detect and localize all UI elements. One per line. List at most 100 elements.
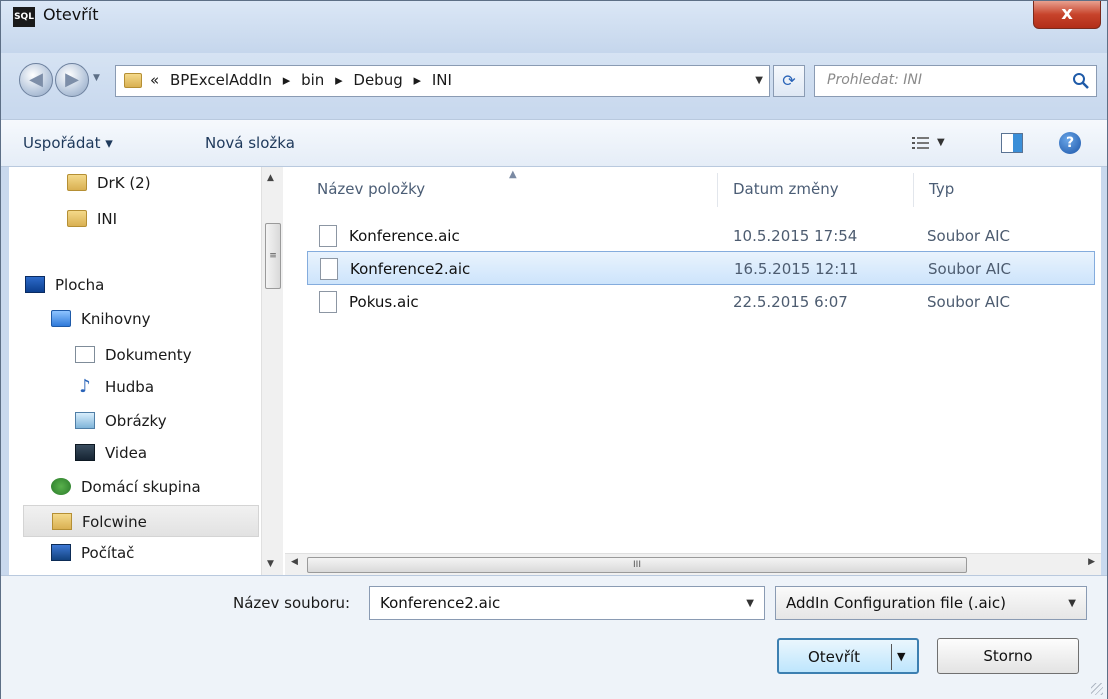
address-dropdown-icon[interactable]: ▼: [755, 75, 763, 86]
file-type: Soubor AIC: [927, 227, 1010, 245]
tree-item-dokumenty[interactable]: Dokumenty: [75, 339, 257, 371]
breadcrumb-bpexceladdin[interactable]: BPExcelAddIn: [170, 71, 272, 89]
desktop-icon: [25, 276, 45, 293]
recent-locations-dropdown[interactable]: ▼: [93, 73, 105, 87]
folder-icon: [67, 174, 87, 191]
file-name: Konference2.aic: [350, 260, 471, 278]
tree-item-label: Počítač: [81, 544, 135, 562]
filename-input[interactable]: Konference2.aic ▼: [369, 586, 765, 620]
tree-item-knihovny[interactable]: Knihovny: [51, 303, 257, 335]
file-row-konference2[interactable]: Konference2.aic 16.5.2015 12:11 Soubor A…: [307, 251, 1095, 285]
tree-item-label: Folcwine: [82, 513, 147, 531]
music-icon: ♪: [79, 376, 91, 397]
breadcrumb-separator[interactable]: ▸: [414, 71, 422, 89]
navigation-pane: DrK (2) INI Plocha Knihovny Dokumenty ♪ …: [9, 167, 285, 575]
cancel-button[interactable]: Storno: [937, 638, 1079, 674]
tree-item-domaci-skupina[interactable]: Domácí skupina: [51, 471, 257, 503]
open-button[interactable]: Otevřít ▼: [777, 638, 919, 674]
help-icon[interactable]: ?: [1059, 132, 1081, 154]
organize-menu-button[interactable]: Uspořádat ▾: [23, 134, 113, 152]
tree-item-folcwine[interactable]: Folcwine: [23, 505, 259, 537]
resize-grip[interactable]: [1091, 683, 1103, 695]
title-bar: SQL Otevřít x: [1, 1, 1107, 53]
homegroup-icon: [51, 478, 71, 495]
scroll-right-icon[interactable]: ▶: [1088, 557, 1095, 567]
search-icon[interactable]: [1072, 72, 1090, 90]
address-bar[interactable]: « BPExcelAddIn ▸ bin ▸ Debug ▸ INI ▼: [115, 65, 770, 97]
scrollbar-thumb[interactable]: ≡: [265, 223, 281, 289]
tree-item-label: Dokumenty: [105, 346, 192, 364]
chevron-down-icon[interactable]: ▼: [1068, 598, 1076, 609]
file-date: 16.5.2015 12:11: [734, 260, 859, 278]
close-button[interactable]: x: [1033, 1, 1101, 29]
folder-icon: [124, 73, 142, 88]
folder-icon: [67, 210, 87, 227]
column-header-type[interactable]: Typ: [917, 167, 1097, 211]
breadcrumb-prefix[interactable]: «: [150, 71, 159, 89]
video-icon: [75, 444, 95, 461]
window-title: Otevřít: [43, 5, 99, 24]
navigation-vertical-scrollbar[interactable]: ▲ ≡ ▼: [261, 167, 283, 575]
breadcrumb-separator[interactable]: ▸: [335, 71, 343, 89]
view-dropdown-icon[interactable]: ▼: [937, 137, 945, 148]
user-folder-icon: [52, 513, 72, 530]
documents-icon: [75, 346, 95, 363]
open-button-label: Otevřít: [807, 648, 860, 666]
tree-item-label: Knihovny: [81, 310, 151, 328]
chevron-down-icon[interactable]: ▼: [746, 598, 754, 609]
view-options-icon[interactable]: [911, 135, 931, 151]
file-row-pokus[interactable]: Pokus.aic 22.5.2015 6:07 Soubor AIC: [307, 285, 1095, 319]
file-name: Konference.aic: [349, 227, 460, 245]
file-date: 10.5.2015 17:54: [733, 227, 858, 245]
column-divider[interactable]: [913, 173, 914, 207]
dialog-footer: Název souboru: Konference2.aic ▼ AddIn C…: [1, 575, 1107, 699]
tree-item-videa[interactable]: Videa: [75, 437, 257, 469]
file-type: Soubor AIC: [928, 260, 1011, 278]
tree-item-hudba[interactable]: ♪ Hudba: [75, 371, 257, 403]
back-button[interactable]: ◀: [19, 63, 53, 97]
tree-item-label: INI: [97, 210, 118, 228]
tree-item-plocha[interactable]: Plocha: [25, 269, 257, 301]
file-date: 22.5.2015 6:07: [733, 293, 848, 311]
arrow-left-icon: ◀: [29, 69, 43, 90]
breadcrumb-bin[interactable]: bin: [301, 71, 324, 89]
file-icon: [319, 225, 337, 247]
computer-icon: [51, 544, 71, 561]
file-icon: [319, 291, 337, 313]
tree-item-ini[interactable]: INI: [67, 203, 257, 235]
tree-item-obrazky[interactable]: Obrázky: [75, 405, 257, 437]
new-folder-button[interactable]: Nová složka: [205, 134, 295, 152]
filetype-select[interactable]: AddIn Configuration file (.aic) ▼: [775, 586, 1087, 620]
breadcrumb-separator[interactable]: ▸: [283, 71, 291, 89]
file-list-horizontal-scrollbar[interactable]: ◀ III ▶: [285, 553, 1101, 575]
tree-item-label: Videa: [105, 444, 148, 462]
column-divider[interactable]: [717, 173, 718, 207]
scroll-up-icon[interactable]: ▲: [267, 173, 274, 183]
preview-pane-icon[interactable]: [1001, 133, 1023, 153]
scroll-left-icon[interactable]: ◀: [291, 557, 298, 567]
command-toolbar: Uspořádat ▾ Nová složka ▼ ?: [1, 119, 1107, 167]
chevron-down-icon: ▼: [93, 73, 100, 83]
tree-item-pocitac[interactable]: Počítač: [51, 537, 257, 569]
file-type: Soubor AIC: [927, 293, 1010, 311]
refresh-icon: ⟳: [782, 71, 796, 90]
refresh-button[interactable]: ⟳: [773, 65, 805, 97]
tree-item-drk[interactable]: DrK (2): [67, 167, 257, 199]
open-options-dropdown-icon[interactable]: ▼: [897, 640, 905, 674]
breadcrumb: « BPExcelAddIn ▸ bin ▸ Debug ▸ INI: [150, 71, 458, 89]
scroll-down-icon[interactable]: ▼: [267, 559, 274, 569]
file-name: Pokus.aic: [349, 293, 419, 311]
forward-button[interactable]: ▶: [55, 63, 89, 97]
file-row-konference[interactable]: Konference.aic 10.5.2015 17:54 Soubor AI…: [307, 219, 1095, 253]
search-placeholder: Prohledat: INI: [827, 72, 922, 88]
tree-item-label: Plocha: [55, 276, 105, 294]
breadcrumb-ini[interactable]: INI: [432, 71, 452, 89]
column-header-date[interactable]: Datum změny: [721, 167, 911, 211]
breadcrumb-debug[interactable]: Debug: [353, 71, 402, 89]
search-input[interactable]: Prohledat: INI: [814, 65, 1097, 97]
scrollbar-thumb[interactable]: III: [307, 557, 967, 573]
column-header-name[interactable]: Název položky: [305, 167, 713, 211]
tree-item-label: Hudba: [105, 378, 155, 396]
file-icon: [320, 258, 338, 280]
filename-label: Název souboru:: [233, 594, 351, 612]
